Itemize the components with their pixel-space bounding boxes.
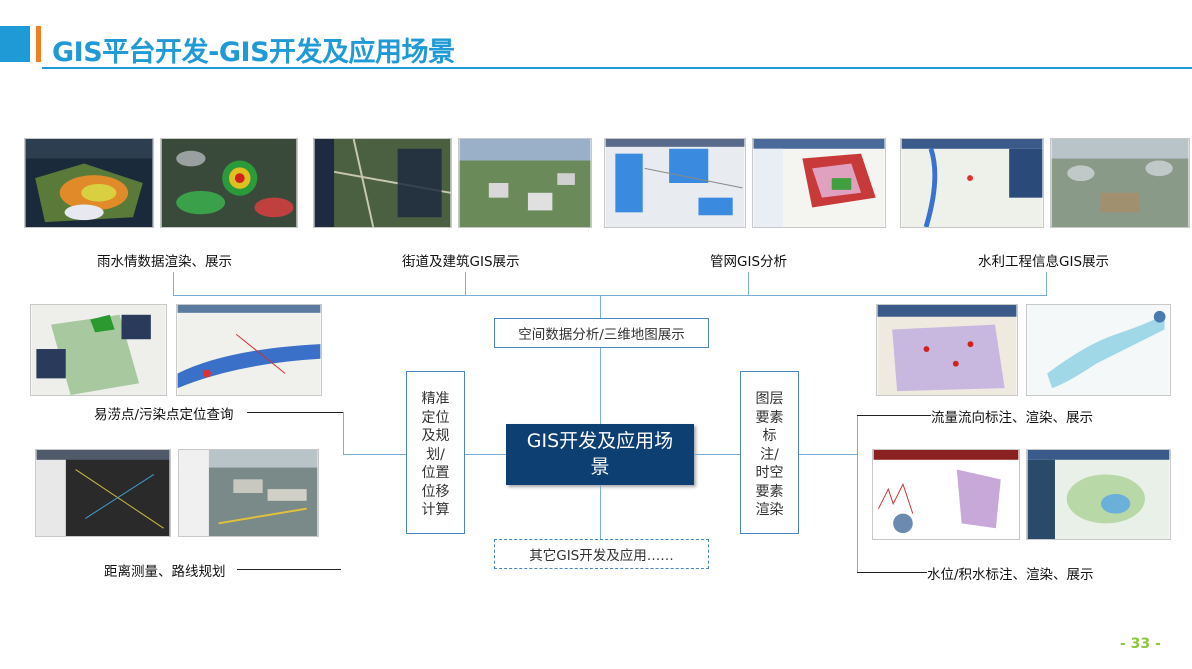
connector-line	[600, 485, 601, 539]
caption-underline	[237, 569, 341, 570]
building-3d-image	[458, 138, 592, 228]
connector-line	[465, 272, 466, 296]
flood-point-map-image	[30, 304, 167, 396]
connector-line	[1046, 272, 1047, 296]
caption-rain: 雨水情数据渲染、展示	[97, 254, 232, 270]
caption-level: 水位/积水标注、渲染、展示	[927, 567, 1094, 583]
page-title: GIS平台开发-GIS开发及应用场景	[52, 37, 455, 68]
caption-distance: 距离测量、路线规划	[104, 564, 226, 580]
connector-line	[600, 295, 601, 319]
water-plant-3d-image	[1050, 138, 1190, 228]
rain-3d-map-image	[24, 138, 154, 228]
other-apps-box: 其它GIS开发及应用……	[494, 539, 709, 569]
flow-direction-map-image	[876, 304, 1018, 396]
layer-rendering-box: 图层要素标注/时空要素渲染	[740, 371, 799, 534]
connector-line	[694, 454, 740, 455]
caption-flow: 流量流向标注、渲染、展示	[931, 410, 1093, 426]
header-accent-bar	[36, 26, 41, 62]
connector-line	[173, 272, 174, 296]
pipe-network-map-image	[604, 138, 746, 228]
connector-line	[343, 454, 406, 455]
connector-line	[748, 272, 749, 296]
water-level-chart-image	[872, 449, 1020, 540]
positioning-box: 精准定位及规划/位置位移计算	[406, 371, 465, 534]
connector-line	[343, 412, 344, 454]
distance-measure-image	[35, 449, 171, 537]
street-satellite-image	[313, 138, 452, 228]
connector-line	[173, 295, 1047, 296]
page-number: - 33 -	[1120, 636, 1161, 652]
pipe-analysis-map-image	[752, 138, 886, 228]
caption-underline	[247, 412, 343, 413]
connector-line	[465, 454, 506, 455]
connector-line	[857, 415, 858, 573]
connector-line	[799, 454, 857, 455]
connector-line	[600, 348, 601, 424]
caption-street: 街道及建筑GIS展示	[402, 254, 520, 270]
caption-flood: 易涝点/污染点定位查询	[94, 407, 234, 423]
spatial-analysis-box: 空间数据分析/三维地图展示	[494, 318, 709, 348]
caption-underline	[857, 415, 931, 416]
caption-water: 水利工程信息GIS展示	[978, 254, 1110, 270]
header-accent-square	[0, 26, 30, 62]
caption-pipe: 管网GIS分析	[710, 254, 788, 270]
waterlogging-map-image	[1026, 449, 1171, 540]
caption-underline	[857, 572, 927, 573]
flow-render-map-image	[1026, 304, 1171, 396]
center-title-box: GIS开发及应用场景	[506, 424, 694, 485]
pollution-point-map-image	[176, 304, 322, 396]
route-planning-3d-image	[178, 449, 319, 537]
typhoon-cloud-image	[160, 138, 298, 228]
title-underline	[42, 67, 1192, 69]
water-project-map-image	[900, 138, 1044, 228]
